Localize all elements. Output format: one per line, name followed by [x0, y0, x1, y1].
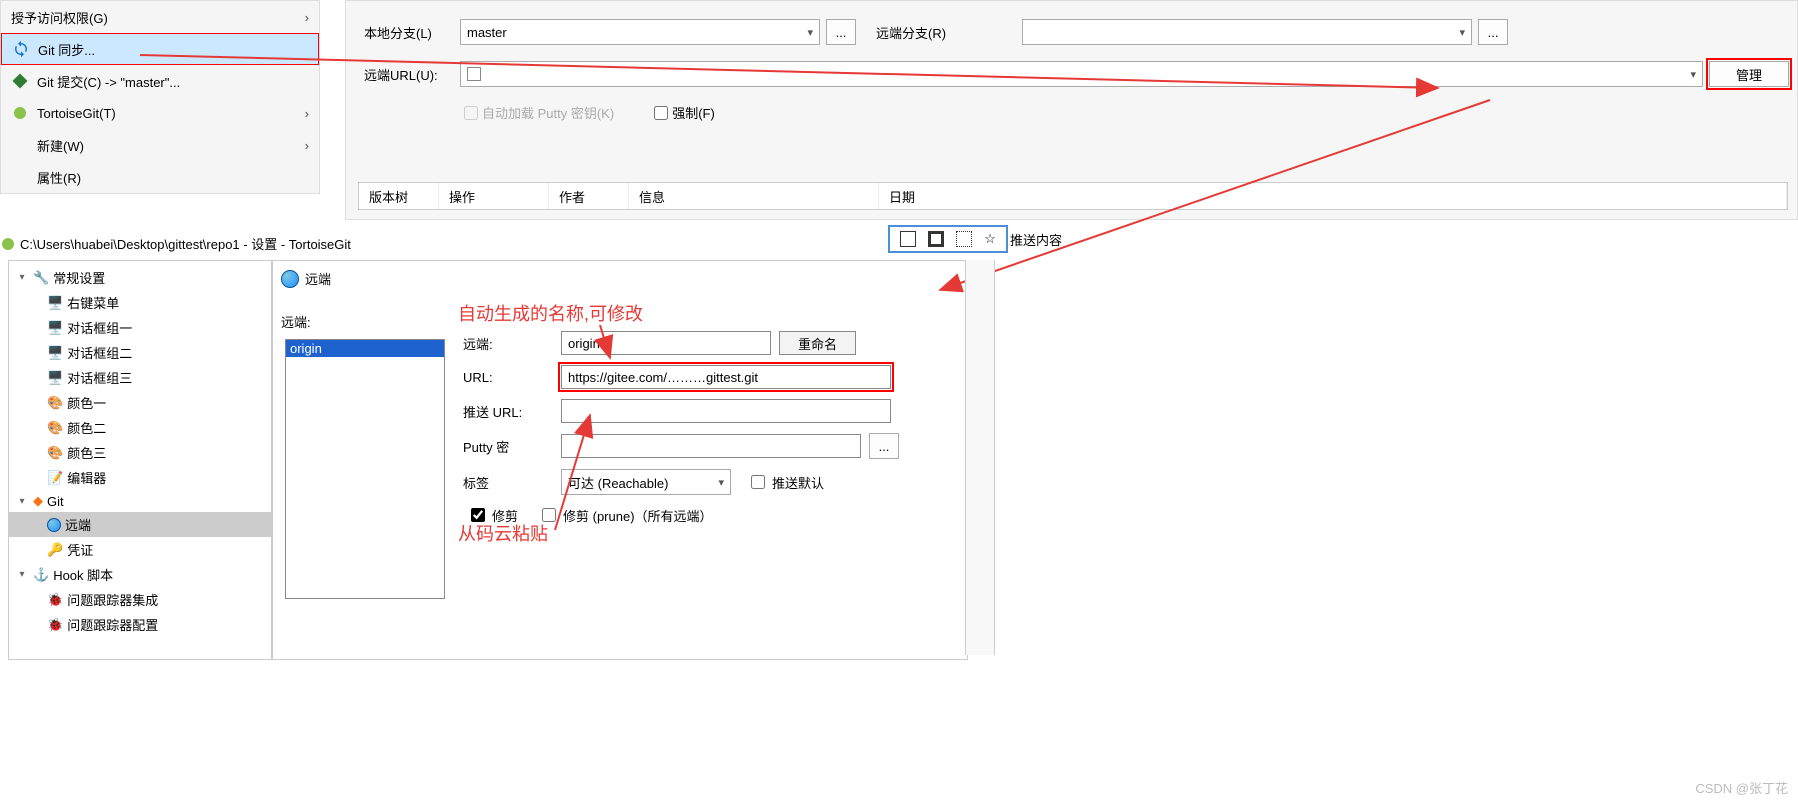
force-checkbox[interactable]: 强制(F)	[654, 103, 715, 122]
remote-list-item[interactable]: origin	[286, 340, 444, 357]
push-url-label: 推送 URL:	[463, 402, 553, 421]
local-branch-combo[interactable]: master	[460, 19, 820, 45]
tree-git[interactable]: ▾◆Git	[9, 490, 271, 512]
rect-region-icon[interactable]	[956, 231, 972, 247]
menu-label: TortoiseGit(T)	[37, 106, 116, 121]
annotation-paste: 从码云粘贴	[458, 520, 548, 546]
local-branch-browse-button[interactable]: ...	[826, 19, 856, 45]
chevron-right-icon: ›	[305, 138, 309, 153]
menu-properties[interactable]: 属性(R)	[1, 161, 319, 193]
globe-icon	[281, 270, 299, 288]
remote-name-label: 远端:	[463, 334, 553, 353]
tag-combo[interactable]: 可达 (Reachable)	[561, 469, 731, 495]
tree-hook[interactable]: ▾⚓Hook 脚本	[9, 562, 271, 587]
tag-label: 标签	[463, 473, 553, 492]
tree-general[interactable]: ▾🔧常规设置	[9, 265, 271, 290]
annotation-auto-name: 自动生成的名称,可修改	[458, 300, 643, 326]
settings-window-title: C:\Users\huabei\Desktop\gittest\repo1 - …	[0, 230, 600, 257]
push-content-label: 推送内容	[1010, 230, 1062, 249]
remote-branch-browse-button[interactable]: ...	[1478, 19, 1508, 45]
tree-issue-cfg[interactable]: 🐞问题跟踪器配置	[9, 612, 271, 637]
tortoise-icon	[0, 236, 16, 252]
capture-toolbar[interactable]: ☆	[888, 225, 1008, 253]
putty-label: Putty 密	[463, 437, 553, 456]
menu-label: 授予访问权限(G)	[11, 8, 108, 27]
chevron-right-icon: ›	[305, 10, 309, 25]
tree-color3[interactable]: 🎨颜色三	[9, 440, 271, 465]
remote-branch-combo[interactable]	[1022, 19, 1472, 45]
autoload-putty-checkbox: 自动加载 Putty 密钥(K)	[464, 103, 614, 122]
menu-label: 属性(R)	[37, 168, 81, 187]
settings-tree[interactable]: ▾🔧常规设置 🖥️右键菜单 🖥️对话框组一 🖥️对话框组二 🖥️对话框组三 🎨颜…	[8, 260, 272, 660]
star-icon[interactable]: ☆	[984, 231, 996, 247]
menu-label: 新建(W)	[37, 136, 84, 155]
menu-label: Git 同步...	[38, 40, 95, 59]
remote-name-input[interactable]: origin	[561, 331, 771, 355]
tree-color2[interactable]: 🎨颜色二	[9, 415, 271, 440]
prune-all-checkbox[interactable]: 修剪 (prune)（所有远端）	[538, 505, 713, 525]
url-label: URL:	[463, 370, 553, 385]
push-url-input[interactable]	[561, 399, 891, 423]
tree-cred[interactable]: 🔑凭证	[9, 537, 271, 562]
tortoise-icon	[11, 104, 29, 122]
push-default-checkbox[interactable]: 推送默认	[747, 472, 824, 492]
tree-dlg2[interactable]: 🖥️对话框组二	[9, 340, 271, 365]
commit-icon	[11, 72, 29, 90]
watermark: CSDN @张丁花	[1695, 778, 1788, 797]
putty-browse-button[interactable]: ...	[869, 433, 899, 459]
rect-window-icon[interactable]	[928, 231, 944, 247]
col-author[interactable]: 作者	[549, 183, 629, 209]
col-date[interactable]: 日期	[879, 183, 1787, 209]
chevron-right-icon: ›	[305, 106, 309, 121]
tree-context-menu[interactable]: 🖥️右键菜单	[9, 290, 271, 315]
rect-full-icon[interactable]	[900, 231, 916, 247]
menu-grant-access[interactable]: 授予访问权限(G) ›	[1, 1, 319, 33]
panel-title: 远端	[305, 269, 331, 288]
log-column-headers: 版本树 操作 作者 信息 日期	[358, 182, 1788, 210]
menu-label: Git 提交(C) -> "master"...	[37, 72, 180, 91]
tree-issue-int[interactable]: 🐞问题跟踪器集成	[9, 587, 271, 612]
local-branch-label: 本地分支(L)	[364, 23, 454, 42]
menu-git-commit[interactable]: Git 提交(C) -> "master"...	[1, 65, 319, 97]
menu-tortoisegit[interactable]: TortoiseGit(T) ›	[1, 97, 319, 129]
tree-color1[interactable]: 🎨颜色一	[9, 390, 271, 415]
tree-dlg3[interactable]: 🖥️对话框组三	[9, 365, 271, 390]
col-info[interactable]: 信息	[629, 183, 879, 209]
rename-button[interactable]: 重命名	[779, 331, 856, 355]
manage-button[interactable]: 管理	[1709, 61, 1789, 87]
col-tree[interactable]: 版本树	[359, 183, 439, 209]
url-input[interactable]: https://gitee.com/………gittest.git	[561, 365, 891, 389]
col-op[interactable]: 操作	[439, 183, 549, 209]
sync-icon	[12, 40, 30, 58]
tree-remote[interactable]: 远端	[9, 512, 271, 537]
remote-listbox[interactable]: origin	[285, 339, 445, 599]
menu-git-sync[interactable]: Git 同步...	[1, 33, 319, 65]
remote-url-input[interactable]	[460, 61, 1703, 87]
tree-dlg1[interactable]: 🖥️对话框组一	[9, 315, 271, 340]
remote-url-label: 远端URL(U):	[364, 65, 454, 84]
tree-editor[interactable]: 📝编辑器	[9, 465, 271, 490]
putty-input[interactable]	[561, 434, 861, 458]
menu-new[interactable]: 新建(W) ›	[1, 129, 319, 161]
page-icon	[467, 67, 481, 81]
remote-branch-label: 远端分支(R)	[876, 23, 946, 42]
